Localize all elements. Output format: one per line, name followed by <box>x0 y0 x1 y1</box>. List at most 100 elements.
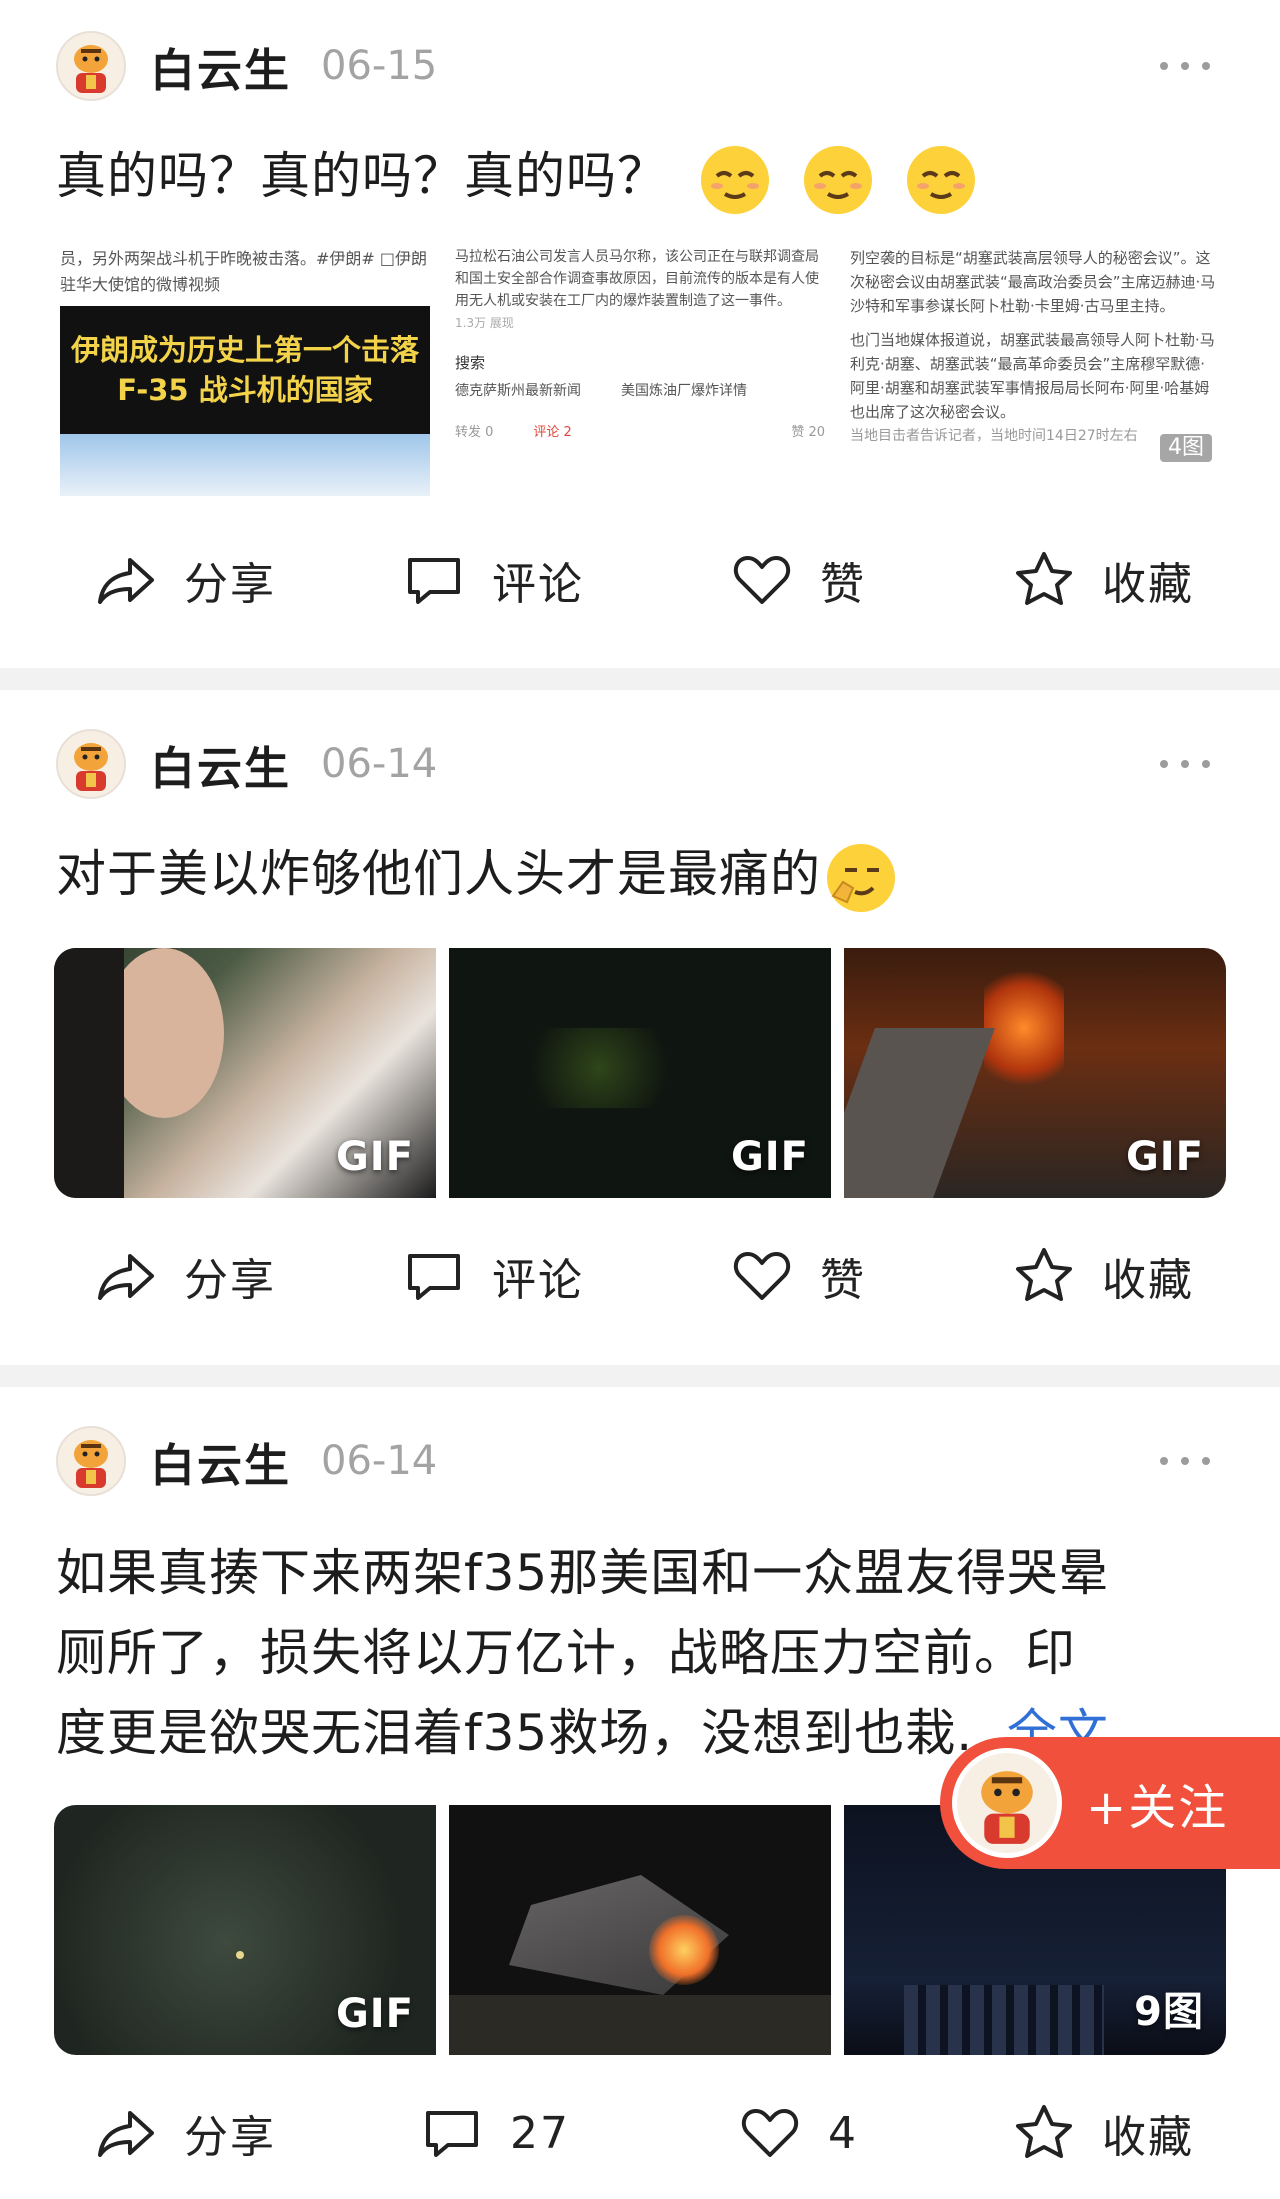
star-icon <box>1016 552 1072 605</box>
tiger-avatar-icon <box>957 1753 1057 1853</box>
gif-thumbnail-3[interactable]: GIF <box>844 948 1226 1198</box>
gif-badge: GIF <box>335 1134 414 1180</box>
comment-count: 27 <box>510 2107 570 2159</box>
share-button[interactable]: 分享 <box>94 1236 276 1316</box>
post-header: 白云生 06-14 <box>56 726 437 802</box>
avatar[interactable] <box>56 729 126 799</box>
like-label: 赞 <box>820 1255 866 1306</box>
post-date: 06-15 <box>321 43 438 89</box>
post-text: 对于美以炸够他们人头才是最痛的 <box>56 834 897 914</box>
share-label: 分享 <box>184 559 276 610</box>
share-icon <box>98 1254 154 1300</box>
heart-icon <box>733 556 791 604</box>
screenshot-banner: 伊朗成为历史上第一个击落 F-35 战斗机的国家 <box>60 306 430 434</box>
search-link-2: 美国炼油厂爆炸详情 <box>621 383 747 399</box>
fire-glow <box>984 968 1064 1088</box>
post-date: 06-14 <box>321 741 438 787</box>
avatar[interactable] <box>56 31 126 101</box>
more-options-icon[interactable] <box>1160 56 1210 76</box>
follow-button[interactable]: +关注 <box>940 1737 1280 1869</box>
action-bar: 分享 27 4 收藏 <box>0 2093 1280 2173</box>
favorite-label: 收藏 <box>1102 2112 1194 2163</box>
views-count: 1.3万 展现 <box>455 316 514 330</box>
like-button[interactable]: 赞 <box>730 540 866 620</box>
comment-button[interactable]: 评论 <box>402 1236 584 1316</box>
favorite-button[interactable]: 收藏 <box>1012 1236 1194 1316</box>
light-dot <box>236 1951 244 1959</box>
star-icon <box>1016 2105 1072 2158</box>
image-screenshot-3[interactable]: 列空袭的目标是“胡塞武装高层领导人的秘密会议”。这次秘密会议由胡塞武装“最高政治… <box>844 246 1226 496</box>
hair-shape <box>54 948 124 1198</box>
post-header: 白云生 06-14 <box>56 1423 437 1499</box>
share-button[interactable]: 分享 <box>94 2093 276 2173</box>
favorite-button[interactable]: 收藏 <box>1012 540 1194 620</box>
relieved-face-emoji-icon <box>700 145 769 214</box>
gif-badge: GIF <box>1125 1134 1204 1180</box>
search-link-1: 德克萨斯州最新新闻 <box>455 383 581 399</box>
comment-count: 评论 2 <box>533 425 572 440</box>
separator <box>0 668 1280 690</box>
post-text-line: 如果真揍下来两架f35那美国和一众盟友得哭晕 <box>56 1544 1110 1602</box>
tiger-avatar-icon <box>58 1428 124 1494</box>
favorite-label: 收藏 <box>1102 1255 1194 1306</box>
building-shape <box>844 1028 995 1198</box>
like-label: 赞 <box>820 559 866 610</box>
favorite-button[interactable]: 收藏 <box>1012 2093 1194 2173</box>
image-screenshot-1[interactable]: 员，另外两架战斗机于昨晚被击落。#伊朗# □伊朗驻华大使馆的微博视频 伊朗成为历… <box>54 246 436 496</box>
sky-image <box>60 434 430 496</box>
post-date: 06-14 <box>321 1438 438 1484</box>
screenshot-text-2: 也门当地媒体报道说，胡塞武装最高领导人阿卜杜勒·马利克·胡塞、胡塞武装“最高革命… <box>850 331 1215 421</box>
star-icon <box>1016 1248 1072 1301</box>
like-button[interactable]: 4 <box>738 2093 858 2173</box>
username[interactable]: 白云生 <box>150 1429 291 1494</box>
image-grid: 员，另外两架战斗机于昨晚被击落。#伊朗# □伊朗驻华大使馆的微博视频 伊朗成为历… <box>54 246 1226 496</box>
username[interactable]: 白云生 <box>150 732 291 797</box>
gif-thumbnail-1[interactable]: GIF <box>54 948 436 1198</box>
city-skyline <box>904 1985 1104 2055</box>
separator <box>0 1365 1280 1387</box>
image-count-badge: 4图 <box>1160 434 1212 462</box>
action-bar: 分享 评论 赞 收藏 <box>0 1236 1280 1316</box>
image-count-badge: 9图 <box>1134 1989 1204 2035</box>
comment-label: 评论 <box>492 559 584 610</box>
post-text: 真的吗？真的吗？真的吗？ <box>56 136 977 216</box>
night-lights <box>509 1028 689 1108</box>
share-button[interactable]: 分享 <box>94 540 276 620</box>
more-options-icon[interactable] <box>1160 1451 1210 1471</box>
post-text-line: 厕所了，损失将以万亿计，战略压力空前。印 <box>56 1624 1076 1682</box>
share-icon <box>98 2111 154 2157</box>
screenshot-text: 马拉松石油公司发言人员马尔称，该公司正在与联邦调查局和国土安全部合作调查事故原因… <box>455 249 819 309</box>
follow-label: +关注 <box>1086 1780 1229 1836</box>
screenshot-text: 员，另外两架战斗机于昨晚被击落。#伊朗# □伊朗驻华大使馆的微博视频 <box>60 249 428 294</box>
gif-thumbnail-1[interactable]: GIF <box>54 1805 436 2055</box>
post-text-content: 对于美以炸够他们人头才是最痛的 <box>56 845 821 903</box>
share-icon <box>98 558 154 604</box>
gif-badge: GIF <box>335 1991 414 2037</box>
relieved-face-emoji-icon <box>803 145 872 214</box>
like-count: 4 <box>828 2107 858 2159</box>
search-label: 搜索 <box>455 354 486 372</box>
image-screenshot-2[interactable]: 马拉松石油公司发言人员马尔称，该公司正在与联邦调查局和国土安全部合作调查事故原因… <box>449 246 831 496</box>
share-label: 分享 <box>184 2112 276 2163</box>
gif-badge: GIF <box>730 1134 809 1180</box>
ground <box>449 1995 831 2055</box>
tiger-avatar-icon <box>58 33 124 99</box>
comment-icon <box>408 558 460 604</box>
username[interactable]: 白云生 <box>150 34 291 99</box>
post-3: 白云生 06-14 如果真揍下来两架f35那美国和一众盟友得哭晕 厕所了，损失将… <box>0 1387 1280 2199</box>
heart-icon <box>733 1252 791 1300</box>
avatar[interactable] <box>56 1426 126 1496</box>
smirk-thinking-emoji-icon <box>827 843 895 912</box>
more-options-icon[interactable] <box>1160 754 1210 774</box>
like-button[interactable]: 赞 <box>730 1236 866 1316</box>
relieved-face-emoji-icon <box>906 145 975 214</box>
image-thumbnail-2[interactable] <box>449 1805 831 2055</box>
comment-icon <box>408 1254 460 1300</box>
gif-thumbnail-2[interactable]: GIF <box>449 948 831 1198</box>
comment-button[interactable]: 27 <box>420 2093 570 2173</box>
image-grid: GIF GIF GIF <box>54 948 1226 1198</box>
comment-label: 评论 <box>492 1255 584 1306</box>
comment-button[interactable]: 评论 <box>402 540 584 620</box>
post-2: 白云生 06-14 对于美以炸够他们人头才是最痛的 GIF GIF GIF 分享… <box>0 690 1280 1365</box>
forward-count: 转发 0 <box>455 425 494 440</box>
